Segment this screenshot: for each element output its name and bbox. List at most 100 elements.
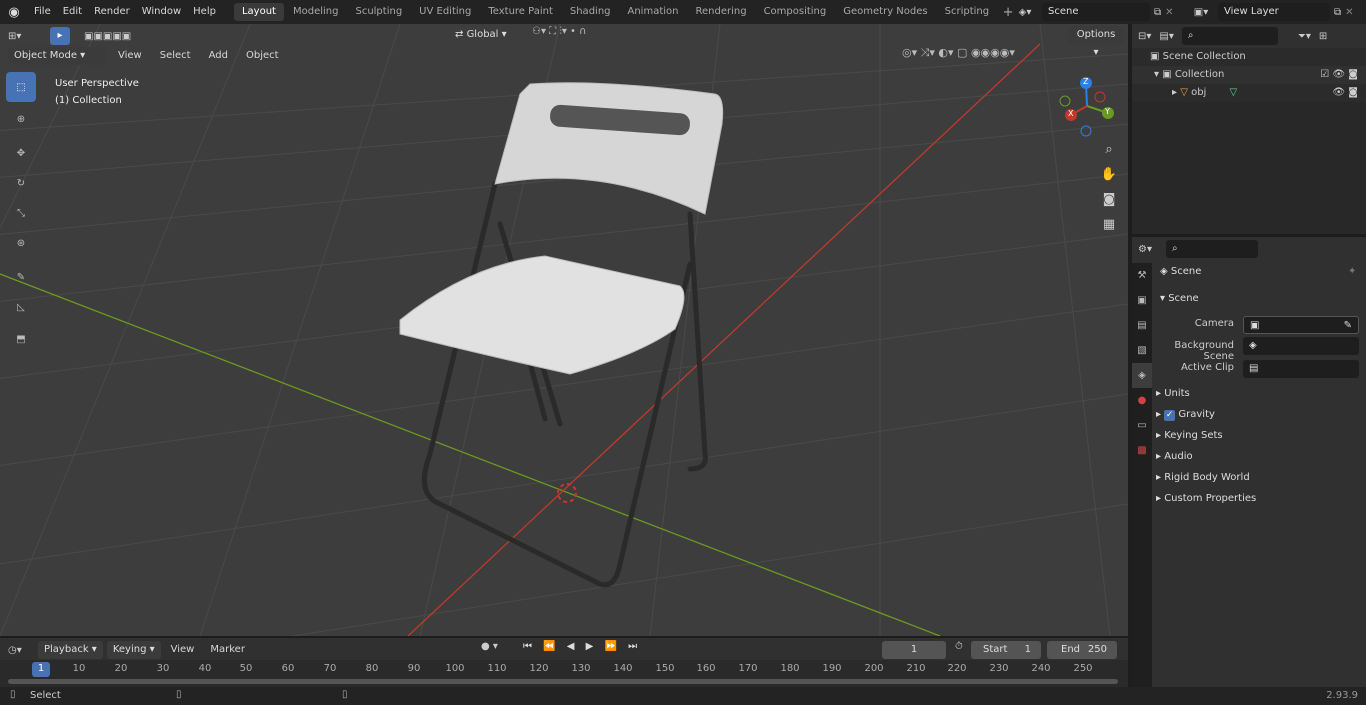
scene-selector[interactable]: ◈▾ Scene ⧉ ✕ xyxy=(1012,3,1182,21)
outliner-search-input[interactable]: ⌕ xyxy=(1181,27,1278,45)
close-view-layer-icon[interactable]: ✕ xyxy=(1345,7,1353,18)
outliner-row[interactable]: ▸ ▽ obj ▽ 👁 ◙ xyxy=(1132,84,1366,102)
transform-orientation[interactable]: ⇄ Global ▾ xyxy=(455,26,525,44)
view-layer-field[interactable]: View Layer xyxy=(1218,3,1330,21)
menu-object[interactable]: Object xyxy=(240,44,285,68)
rigid-body-world-subpanel[interactable]: ▸ Rigid Body World xyxy=(1156,467,1250,488)
camera-view-icon[interactable]: ◙ xyxy=(1099,192,1119,207)
ortho-grid-icon[interactable]: ▦ xyxy=(1099,217,1119,232)
annotate-tool-icon[interactable]: ✎ xyxy=(6,262,36,292)
end-frame-field[interactable]: End 250 xyxy=(1047,641,1117,659)
tool-tab-icon[interactable]: ⚒ xyxy=(1132,263,1152,288)
timeline-view-menu[interactable]: View xyxy=(165,638,201,662)
tab-animation[interactable]: Animation xyxy=(620,3,687,21)
object-visibility-icons[interactable]: 👁 ◙ xyxy=(1332,84,1358,102)
new-collection-icon[interactable]: ⊞ xyxy=(1319,31,1327,42)
units-subpanel[interactable]: ▸ Units xyxy=(1156,383,1190,404)
object-mode-dropdown[interactable]: Object Mode ▾ xyxy=(8,47,106,65)
audio-subpanel[interactable]: ▸ Audio xyxy=(1156,446,1193,467)
editor-type-icon[interactable]: ⊞▾ xyxy=(8,31,34,42)
menu-help[interactable]: Help xyxy=(187,0,222,24)
move-tool-icon[interactable]: ✥ xyxy=(6,138,36,168)
keying-menu[interactable]: Keying ▾ xyxy=(106,641,161,659)
background-scene-field[interactable]: ◈ xyxy=(1243,337,1359,355)
tab-scripting[interactable]: Scripting xyxy=(937,3,997,21)
scene-panel-header[interactable]: ▾ Scene xyxy=(1160,293,1199,304)
timeline-tick-label: 90 xyxy=(407,663,421,674)
camera-field[interactable]: ▣ ✎ xyxy=(1243,316,1359,334)
stopwatch-icon[interactable]: ⏱ xyxy=(955,641,963,652)
tab-uv-editing[interactable]: UV Editing xyxy=(411,3,479,21)
menu-add[interactable]: Add xyxy=(203,44,234,68)
new-scene-icon[interactable]: ⧉ xyxy=(1154,7,1161,18)
view-layer-selector[interactable]: ▣▾ View Layer ⧉ ✕ xyxy=(1188,3,1364,21)
version-label: 2.93.9 xyxy=(1326,690,1358,701)
outliner-editor-icon[interactable]: ⊟▾ xyxy=(1138,31,1151,42)
menu-render[interactable]: Render xyxy=(88,0,136,24)
filter-icon[interactable]: ⏷▾ xyxy=(1298,31,1311,42)
eyedropper-icon[interactable]: ✎ xyxy=(1344,317,1352,335)
menu-file[interactable]: File xyxy=(28,0,57,24)
select-mode-icons[interactable]: ▣▣▣▣▣ xyxy=(84,31,131,42)
transform-tool-icon[interactable]: ⊛ xyxy=(6,228,36,258)
timeline-scrollbar[interactable] xyxy=(8,679,1118,684)
measure-tool-icon[interactable]: ◺ xyxy=(6,292,36,322)
collection-tab-icon[interactable]: ▭ xyxy=(1132,413,1152,438)
timeline-editor-icon[interactable]: ◷▾ xyxy=(8,645,34,656)
keying-sets-subpanel[interactable]: ▸ Keying Sets xyxy=(1156,425,1223,446)
scale-tool-icon[interactable]: ⤡ xyxy=(6,198,36,228)
current-frame-field[interactable]: 1 xyxy=(882,641,946,659)
playback-controls[interactable]: ⏮ ⏪ ◀ ▶ ⏩ ⏭ xyxy=(523,641,641,652)
shading-controls[interactable]: ◎▾ ⤨▾ ◐▾ ▢ ◉◉◉◉▾ xyxy=(902,46,1015,60)
render-tab-icon[interactable]: ▣ xyxy=(1132,288,1152,313)
gravity-subpanel[interactable]: ▸ ✓ Gravity xyxy=(1156,404,1215,425)
pin-icon[interactable]: ✦ xyxy=(1348,266,1356,277)
outliner-row[interactable]: ▣ Scene Collection xyxy=(1132,48,1366,66)
tab-sculpting[interactable]: Sculpting xyxy=(347,3,410,21)
viewport-3d[interactable]: ⊞▾ ▸ ▣▣▣▣▣ Object Mode ▾ View Select Add… xyxy=(0,24,1128,636)
tab-rendering[interactable]: Rendering xyxy=(687,3,754,21)
navigation-gizmo[interactable]: Z Y X xyxy=(1055,74,1119,138)
scene-tab-icon[interactable]: ◈ xyxy=(1132,363,1152,388)
outliner-row[interactable]: ▾ ▣ Collection ☑ 👁 ◙ xyxy=(1132,66,1366,84)
tab-texture-paint[interactable]: Texture Paint xyxy=(480,3,561,21)
tab-shading[interactable]: Shading xyxy=(562,3,619,21)
menu-view[interactable]: View xyxy=(112,44,148,68)
rotate-tool-icon[interactable]: ↻ xyxy=(6,168,36,198)
tab-modeling[interactable]: Modeling xyxy=(285,3,347,21)
output-tab-icon[interactable]: ▤ xyxy=(1132,313,1152,338)
menu-window[interactable]: Window xyxy=(136,0,187,24)
collection-visibility-icons[interactable]: ☑ 👁 ◙ xyxy=(1320,66,1358,84)
active-clip-field[interactable]: ▤ xyxy=(1243,360,1359,378)
texture-tab-icon[interactable]: ▩ xyxy=(1132,438,1152,463)
properties-tabs: ⚒ ▣ ▤ ▧ ◈ ● ▭ ▩ xyxy=(1132,263,1152,687)
properties-editor-icon[interactable]: ⚙▾ xyxy=(1138,244,1152,255)
properties-search-input[interactable]: ⌕ xyxy=(1165,240,1258,258)
close-scene-icon[interactable]: ✕ xyxy=(1165,7,1173,18)
blender-logo-icon[interactable]: ◉ xyxy=(0,5,28,20)
custom-properties-subpanel[interactable]: ▸ Custom Properties xyxy=(1156,488,1256,509)
select-box-icon[interactable]: ▸ xyxy=(50,27,70,45)
tab-compositing[interactable]: Compositing xyxy=(756,3,835,21)
display-mode-icon[interactable]: ▤▾ xyxy=(1159,31,1173,42)
snap-pivot-icons[interactable]: ⚇▾ ⛶ ⫶▾ • ∩ xyxy=(532,26,586,37)
tab-layout[interactable]: Layout xyxy=(233,3,284,21)
add-cube-tool-icon[interactable]: ⬒ xyxy=(6,324,36,354)
timeline-marker-menu[interactable]: Marker xyxy=(204,638,251,662)
select-tool-icon[interactable]: ⬚ xyxy=(6,72,36,102)
record-button[interactable]: ● ▾ xyxy=(481,641,498,652)
keying-label: Keying xyxy=(112,644,147,655)
gravity-checkbox[interactable]: ✓ xyxy=(1164,410,1176,421)
zoom-icon[interactable]: ⌕ xyxy=(1099,142,1119,157)
new-view-layer-icon[interactable]: ⧉ xyxy=(1334,7,1341,18)
pan-hand-icon[interactable]: ✋ xyxy=(1099,167,1119,182)
scene-name-field[interactable]: Scene xyxy=(1042,3,1150,21)
options-button[interactable]: Options ▾ xyxy=(1068,26,1124,58)
playback-menu[interactable]: Playback ▾ xyxy=(38,641,103,659)
cursor-tool-icon[interactable]: ⊕ xyxy=(6,104,36,134)
start-frame-field[interactable]: Start 1 xyxy=(971,641,1041,659)
world-tab-icon[interactable]: ● xyxy=(1132,388,1152,413)
menu-select[interactable]: Select xyxy=(154,44,197,68)
menu-edit[interactable]: Edit xyxy=(57,0,88,24)
tab-geometry-nodes[interactable]: Geometry Nodes xyxy=(835,3,935,21)
